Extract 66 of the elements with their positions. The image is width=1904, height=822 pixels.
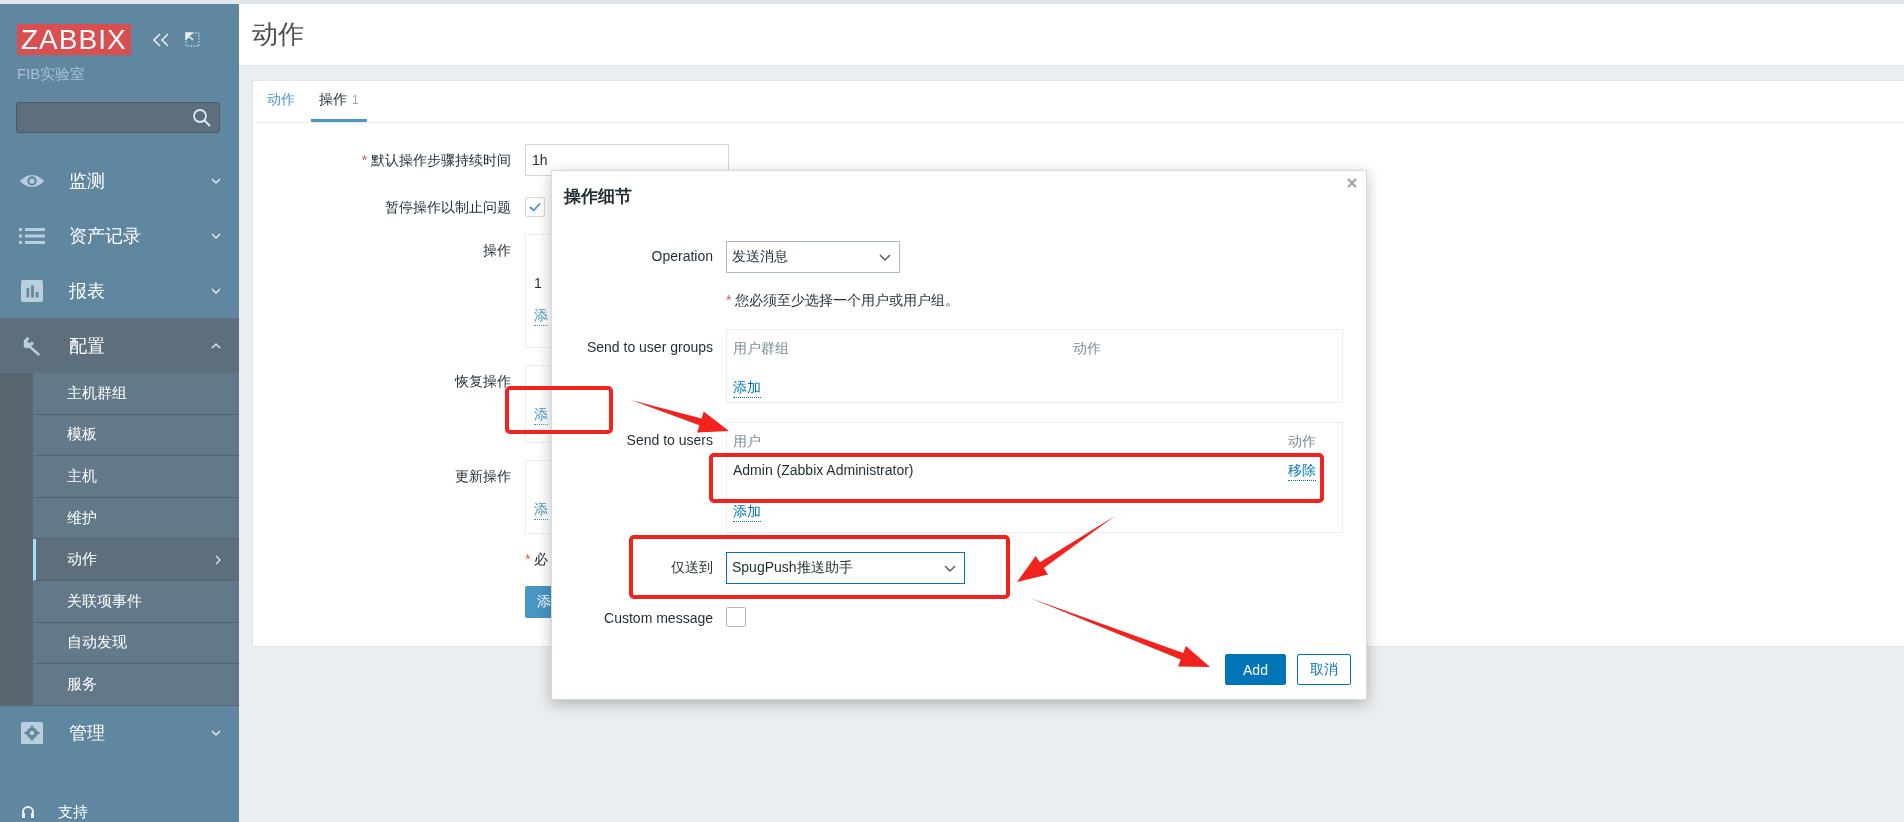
menu-item[interactable]: 管理 [0, 705, 239, 761]
cancel-button[interactable]: 取消 [1297, 654, 1351, 685]
close-icon[interactable] [1346, 177, 1358, 189]
menu-item[interactable]: 配置 [0, 318, 239, 373]
column-header: 用户 [733, 433, 762, 451]
submenu-item[interactable]: 维护 [33, 497, 239, 540]
chevron-right-icon [215, 554, 221, 565]
fullscreen-icon[interactable] [184, 32, 200, 47]
column-header: 动作 [1073, 340, 1101, 358]
add-button[interactable]: Add [1225, 654, 1286, 685]
page-title: 动作 [252, 18, 304, 51]
submenu-item[interactable]: 主机 [33, 456, 239, 498]
menu-item[interactable]: 报表 [0, 263, 239, 318]
menu-item[interactable]: 资产记录 [0, 208, 239, 263]
server-name: FIB实验室 [16, 64, 87, 84]
dialog-title: 操作细节 [564, 186, 633, 208]
field-label: 恢复操作 [455, 372, 511, 391]
search-field[interactable] [16, 102, 220, 133]
field-label: 仅送到 [671, 558, 713, 577]
chevron-icon [211, 231, 221, 240]
caret-icon [879, 253, 891, 261]
field-label: 暂停操作以制止问题 [385, 198, 511, 217]
user-name: Admin (Zabbix Administrator) [733, 462, 915, 480]
submenu-item[interactable]: 模板 [33, 414, 239, 457]
chevron-icon [211, 286, 221, 295]
submenu-item[interactable]: 动作 [33, 539, 239, 581]
add-link[interactable]: 添 [534, 307, 548, 326]
add-link[interactable]: 添 [534, 406, 548, 425]
chevron-icon [211, 341, 221, 350]
required-note: * 必 [525, 551, 549, 569]
column-header: 动作 [1288, 433, 1317, 451]
submenu-item[interactable]: 服务 [33, 664, 239, 706]
logo[interactable]: ZABBIX [17, 24, 131, 55]
field-label: Operation [651, 247, 713, 264]
collapse-icon[interactable] [152, 32, 169, 47]
remove-link[interactable]: 移除 [1288, 462, 1316, 481]
media-type-select[interactable]: SpugPush推送助手 [726, 552, 965, 584]
checkbox[interactable] [726, 607, 746, 627]
field-label: Send to users [626, 431, 713, 448]
submenu-item[interactable]: 自动发现 [33, 622, 239, 665]
caret-icon [944, 564, 956, 572]
field-label: * 默认操作步骤持续时间 [361, 151, 511, 170]
checkmark-icon [529, 202, 541, 212]
menu-item[interactable]: 监测 [0, 153, 239, 208]
chevron-icon [211, 729, 221, 738]
search-icon[interactable] [192, 108, 211, 127]
field-label: 操作 [483, 241, 511, 260]
support-link[interactable]: 支持 [58, 802, 88, 822]
add-link[interactable]: 添 [534, 501, 548, 520]
add-link[interactable]: 添加 [733, 379, 761, 398]
field-label: Custom message [604, 609, 713, 626]
bar-chart-icon [19, 279, 45, 302]
chevron-icon [211, 176, 221, 185]
tab[interactable]: 动作 [259, 81, 303, 122]
field-label: 更新操作 [455, 467, 511, 486]
operation-select[interactable]: 发送消息 [726, 241, 900, 273]
column-header: 用户群组 [733, 340, 790, 358]
checkbox[interactable] [525, 197, 545, 217]
table-cell: 1 [534, 275, 542, 291]
submenu-item[interactable]: 主机群组 [33, 373, 239, 415]
warning-text: * 您必须至少选择一个用户或用户组。 [726, 292, 961, 310]
field-label: Send to user groups [586, 338, 713, 355]
add-link[interactable]: 添加 [733, 503, 761, 522]
headset-icon[interactable] [21, 804, 35, 820]
tab[interactable]: 操作 1 [311, 81, 367, 122]
submenu-item[interactable]: 关联项事件 [33, 580, 239, 623]
